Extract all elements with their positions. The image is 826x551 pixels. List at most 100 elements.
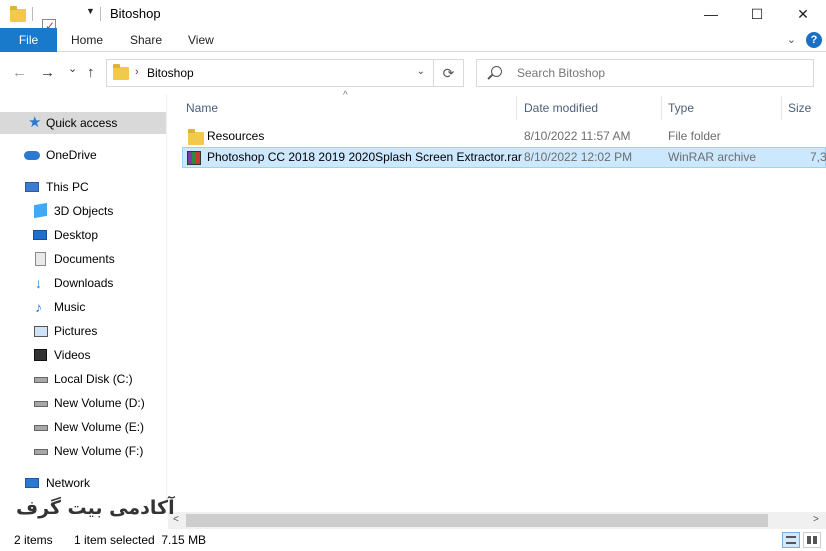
title-bar: ▼ Bitoshop — ☐ ✕ <box>0 0 826 51</box>
close-button[interactable]: ✕ <box>780 0 826 28</box>
item-count: 2 items <box>14 533 53 547</box>
sidebar-item-label: Desktop <box>54 228 99 242</box>
address-dropdown-icon[interactable]: ⌄ <box>417 66 425 77</box>
back-button[interactable]: ← <box>12 64 27 81</box>
details-view-icon <box>786 536 796 544</box>
network-icon <box>25 478 39 488</box>
file-name: Resources <box>207 129 265 143</box>
download-icon: ↓ <box>35 275 42 291</box>
file-name: Photoshop CC 2018 2019 2020Splash Screen… <box>207 150 522 164</box>
sidebar-item-label: Quick access <box>46 116 118 130</box>
sort-ascending-icon: ^ <box>343 90 348 101</box>
sidebar-item-label: Pictures <box>54 324 98 338</box>
navigation-pane: ★ Quick access OneDrive This PC 3D Objec… <box>0 104 166 504</box>
sidebar-item-quick-access[interactable]: ★ Quick access <box>0 112 166 134</box>
horizontal-scrollbar[interactable]: < > <box>168 512 826 529</box>
sidebar-item-label: Documents <box>54 252 115 266</box>
sidebar-item-downloads[interactable]: ↓ Downloads <box>0 272 166 294</box>
large-icons-view-button[interactable] <box>803 532 821 548</box>
drive-icon <box>34 401 48 407</box>
file-date: 8/10/2022 11:57 AM <box>524 129 631 143</box>
sidebar-item-this-pc[interactable]: This PC <box>0 176 166 198</box>
sidebar-item-new-volume-d[interactable]: New Volume (D:) <box>0 392 166 414</box>
pictures-icon <box>34 326 48 337</box>
file-row[interactable]: Resources 8/10/2022 11:57 AM File folder <box>182 126 826 147</box>
toolbar-divider <box>100 7 101 21</box>
sidebar-item-label: Network <box>46 476 91 490</box>
quick-access-toolbar-dropdown-icon[interactable]: ▼ <box>86 6 95 16</box>
sidebar-item-new-volume-e[interactable]: New Volume (E:) <box>0 416 166 438</box>
sidebar-item-music[interactable]: ♪ Music <box>0 296 166 318</box>
sidebar-item-label: Local Disk (C:) <box>54 372 133 386</box>
sidebar-item-label: This PC <box>46 180 89 194</box>
tab-home[interactable]: Home <box>61 28 113 52</box>
column-divider[interactable] <box>781 96 782 120</box>
refresh-button[interactable]: ⟳ <box>434 59 464 87</box>
watermark-text: آکادمی بیت گرف <box>16 497 175 519</box>
status-bar: 2 items 1 item selected 7.15 MB <box>0 529 826 551</box>
sidebar-item-onedrive[interactable]: OneDrive <box>0 144 166 166</box>
file-date: 8/10/2022 12:02 PM <box>524 150 633 164</box>
toolbar-divider <box>32 7 33 21</box>
breadcrumb-chevron-icon[interactable]: › <box>135 66 139 78</box>
ribbon-tabs: File Home Share View ⌄ ? <box>0 28 826 52</box>
desktop-icon <box>33 230 47 240</box>
column-divider[interactable] <box>661 96 662 120</box>
sidebar-item-label: New Volume (D:) <box>54 396 145 410</box>
column-header-date-modified[interactable]: Date modified <box>524 96 598 120</box>
column-divider[interactable] <box>516 96 517 120</box>
help-icon[interactable]: ? <box>806 32 822 48</box>
tab-view[interactable]: View <box>178 28 224 52</box>
maximize-button[interactable]: ☐ <box>734 0 780 28</box>
sidebar-item-network[interactable]: Network <box>0 472 166 494</box>
column-header-type[interactable]: Type <box>668 96 694 120</box>
column-header-name[interactable]: Name <box>186 96 218 120</box>
scrollbar-thumb[interactable] <box>186 514 768 527</box>
sidebar-item-videos[interactable]: Videos <box>0 344 166 366</box>
sidebar-item-label: New Volume (E:) <box>54 420 145 434</box>
folder-icon <box>113 64 129 80</box>
breadcrumb-current[interactable]: Bitoshop <box>147 66 194 80</box>
expand-ribbon-icon[interactable]: ⌄ <box>787 33 796 46</box>
sidebar-item-local-disk-c[interactable]: Local Disk (C:) <box>0 368 166 390</box>
folder-icon <box>188 129 204 145</box>
winrar-archive-icon <box>187 151 201 165</box>
address-bar[interactable]: › Bitoshop ⌄ <box>106 59 434 87</box>
search-input[interactable]: Search Bitoshop <box>476 59 814 87</box>
sidebar-item-documents[interactable]: Documents <box>0 248 166 270</box>
music-icon: ♪ <box>35 299 42 315</box>
details-view-button[interactable] <box>782 532 800 548</box>
scroll-right-button[interactable]: > <box>813 514 819 525</box>
forward-button[interactable]: → <box>40 64 55 81</box>
drive-icon <box>34 449 48 455</box>
sidebar-item-3d-objects[interactable]: 3D Objects <box>0 200 166 222</box>
file-type: File folder <box>668 129 721 143</box>
column-header-size[interactable]: Size <box>788 96 811 120</box>
sidebar-item-pictures[interactable]: Pictures <box>0 320 166 342</box>
sidebar-item-label: Videos <box>54 348 91 362</box>
star-icon: ★ <box>28 114 42 131</box>
large-icons-view-icon <box>807 536 817 544</box>
sidebar-item-label: OneDrive <box>46 148 97 162</box>
folder-icon <box>10 6 26 22</box>
sidebar-item-label: Music <box>54 300 86 314</box>
tab-share[interactable]: Share <box>120 28 172 52</box>
pane-divider[interactable] <box>166 94 167 514</box>
computer-icon <box>25 182 39 192</box>
sidebar-item-label: New Volume (F:) <box>54 444 144 458</box>
tab-file[interactable]: File <box>0 28 57 52</box>
search-icon <box>491 66 502 77</box>
sidebar-item-label: Downloads <box>54 276 114 290</box>
drive-icon <box>34 377 48 383</box>
sidebar-item-desktop[interactable]: Desktop <box>0 224 166 246</box>
drive-icon <box>34 425 48 431</box>
recent-locations-button[interactable]: ⌄ <box>68 62 77 75</box>
up-button[interactable]: ↑ <box>87 64 95 81</box>
cloud-icon <box>24 151 40 160</box>
file-row[interactable]: Photoshop CC 2018 2019 2020Splash Screen… <box>182 147 826 168</box>
file-size: 7,3 <box>810 150 826 164</box>
minimize-button[interactable]: — <box>688 0 734 28</box>
document-icon <box>35 252 46 266</box>
sidebar-item-new-volume-f[interactable]: New Volume (F:) <box>0 440 166 462</box>
search-placeholder: Search Bitoshop <box>517 66 606 80</box>
